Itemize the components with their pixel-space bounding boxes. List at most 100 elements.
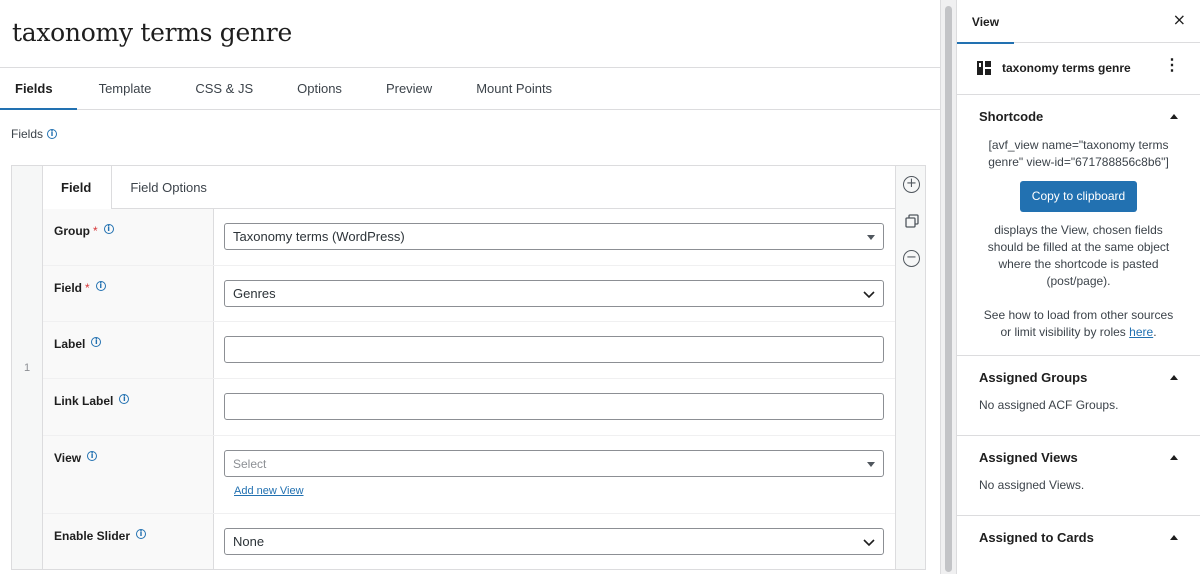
tab-options[interactable]: Options xyxy=(275,68,364,109)
link-label-label-text: Link Label xyxy=(54,394,114,408)
field-label: Field * i xyxy=(43,266,214,321)
scrollbar[interactable] xyxy=(940,0,956,574)
chevron-up-icon xyxy=(1170,113,1178,119)
tab-field[interactable]: Field xyxy=(43,166,113,209)
slider-label: Enable Slider i xyxy=(43,514,214,569)
link-label-label: Link Label i xyxy=(43,379,214,435)
copy-to-clipboard-button[interactable]: Copy to clipboard xyxy=(1019,181,1138,212)
slider-input-cell: None xyxy=(214,514,895,569)
scrollbar-thumb[interactable] xyxy=(945,6,952,572)
assigned-cards-header[interactable]: Assigned to Cards xyxy=(957,516,1200,558)
slider-select[interactable]: None xyxy=(224,528,884,555)
row-drag-handle[interactable]: 1 xyxy=(12,166,43,569)
tab-preview[interactable]: Preview xyxy=(364,68,454,109)
chevron-down-icon xyxy=(863,539,875,547)
slider-row: Enable Slider i None xyxy=(43,514,895,569)
tab-fields[interactable]: Fields xyxy=(0,68,77,110)
more-options-icon[interactable]: ⋮ xyxy=(1164,58,1180,74)
group-select[interactable]: Taxonomy terms (WordPress) xyxy=(224,223,884,250)
tab-field-options[interactable]: Field Options xyxy=(112,166,225,208)
assigned-views-text: No assigned Views. xyxy=(979,478,1085,492)
row-actions: + − xyxy=(895,166,925,569)
dropdown-arrow-icon xyxy=(867,235,875,240)
slider-select-value: None xyxy=(233,534,265,549)
remove-row-icon[interactable]: − xyxy=(903,250,920,267)
shortcode-panel-body: [avf_view name="taxonomy terms genre" vi… xyxy=(957,137,1200,355)
desc-line-2: should be filled at the same object xyxy=(987,240,1170,254)
label-input[interactable] xyxy=(224,336,884,363)
view-label: View i xyxy=(43,436,214,513)
assigned-cards-title: Assigned to Cards xyxy=(979,529,1094,545)
page-title[interactable]: taxonomy terms genre xyxy=(12,18,928,47)
assigned-views-panel: Assigned Views No assigned Views. xyxy=(957,436,1200,516)
view-select[interactable]: Select xyxy=(224,450,884,477)
view-select-placeholder: Select xyxy=(233,456,267,471)
view-row: View i Select Add new View xyxy=(43,436,895,514)
field-select[interactable]: Genres xyxy=(224,280,884,307)
tab-css-js[interactable]: CSS & JS xyxy=(173,68,275,109)
layout-block-icon xyxy=(977,61,991,75)
desc-line-1: displays the View, chosen fields xyxy=(994,223,1163,237)
field-input-cell: Genres xyxy=(214,266,895,321)
editor-tabs: Fields Template CSS & JS Options Preview… xyxy=(0,68,940,110)
shortcode-see-more: See how to load from other sources or li… xyxy=(979,307,1178,341)
dropdown-arrow-icon xyxy=(867,462,875,467)
shortcode-line-2: genre" view-id="671788856c8b6"] xyxy=(988,155,1169,169)
editor-main: taxonomy terms genre Fields Template CSS… xyxy=(0,0,940,574)
view-label-text: View xyxy=(54,451,82,465)
assigned-groups-header[interactable]: Assigned Groups xyxy=(957,356,1200,398)
title-bar: taxonomy terms genre xyxy=(0,0,940,68)
chevron-down-icon xyxy=(863,291,875,299)
info-icon[interactable]: i xyxy=(136,529,147,539)
info-icon[interactable]: i xyxy=(87,451,98,461)
row-tabs: Field Field Options xyxy=(43,166,895,209)
assigned-cards-panel: Assigned to Cards xyxy=(957,516,1200,558)
info-icon[interactable]: i xyxy=(47,129,58,139)
close-icon[interactable]: × xyxy=(1173,12,1186,28)
assigned-views-header[interactable]: Assigned Views xyxy=(957,436,1200,478)
row-body: Field Field Options Group * i Taxonomy t… xyxy=(43,166,895,569)
info-icon[interactable]: i xyxy=(103,224,114,234)
view-input-cell: Select Add new View xyxy=(214,436,895,513)
shortcode-description: displays the View, chosen fields should … xyxy=(979,222,1178,290)
shortcode-text: [avf_view name="taxonomy terms genre" vi… xyxy=(979,137,1178,171)
desc-line-3: where the shortcode is pasted xyxy=(998,257,1159,271)
duplicate-row-icon[interactable] xyxy=(905,214,919,228)
required-mark: * xyxy=(85,281,90,295)
group-label: Group * i xyxy=(43,209,214,265)
field-label-text: Field xyxy=(54,281,83,295)
here-link[interactable]: here xyxy=(1129,325,1153,339)
fields-section-text: Fields xyxy=(11,127,44,141)
assigned-views-title: Assigned Views xyxy=(979,449,1078,465)
see-line-2-text: or limit visibility by roles xyxy=(1000,325,1130,339)
group-select-value: Taxonomy terms (WordPress) xyxy=(233,229,405,244)
group-label-text: Group xyxy=(54,224,90,238)
shortcode-panel-header[interactable]: Shortcode xyxy=(957,95,1200,137)
slider-label-text: Enable Slider xyxy=(54,529,131,543)
chevron-up-icon xyxy=(1170,534,1178,540)
settings-sidebar: View × taxonomy terms genre ⋮ Shortcode … xyxy=(956,0,1200,574)
chevron-up-icon xyxy=(1170,454,1178,460)
shortcode-line-1: [avf_view name="taxonomy terms xyxy=(988,138,1169,152)
see-line-end: . xyxy=(1153,325,1157,339)
link-label-input-cell xyxy=(214,379,895,435)
required-mark: * xyxy=(93,224,98,238)
info-icon[interactable]: i xyxy=(119,394,130,404)
add-row-icon[interactable]: + xyxy=(903,176,920,193)
chevron-up-icon xyxy=(1170,374,1178,380)
info-icon[interactable]: i xyxy=(95,281,106,291)
sidebar-tab-view[interactable]: View xyxy=(957,0,1014,44)
tab-mount-points[interactable]: Mount Points xyxy=(454,68,574,109)
tab-template[interactable]: Template xyxy=(77,68,174,109)
label-row: Label i xyxy=(43,322,895,379)
shortcode-panel: Shortcode [avf_view name="taxonomy terms… xyxy=(957,95,1200,356)
field-select-value: Genres xyxy=(233,286,276,301)
shortcode-panel-title: Shortcode xyxy=(979,108,1044,124)
desc-line-4: (post/page). xyxy=(1046,274,1111,288)
assigned-groups-title: Assigned Groups xyxy=(979,369,1088,385)
add-new-view-link[interactable]: Add new View xyxy=(234,485,304,497)
link-label-input[interactable] xyxy=(224,393,884,420)
info-icon[interactable]: i xyxy=(91,337,102,347)
fields-section-label: Fields i xyxy=(11,127,58,141)
group-input-cell: Taxonomy terms (WordPress) xyxy=(214,209,895,265)
